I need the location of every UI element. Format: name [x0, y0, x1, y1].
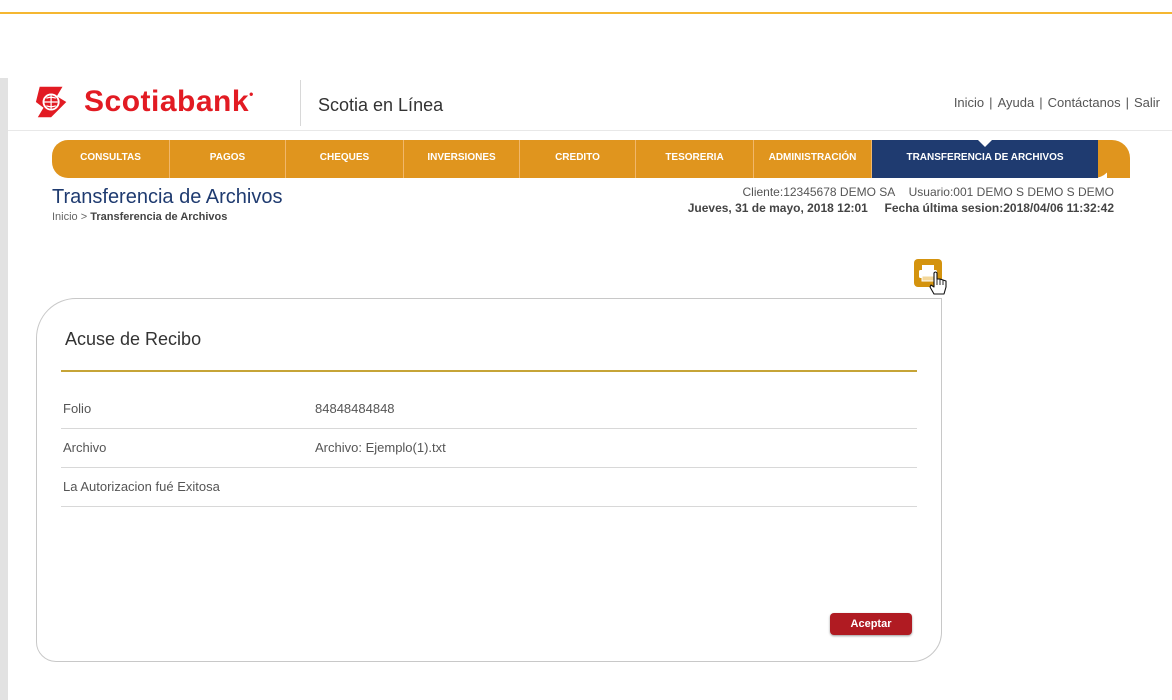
- brand-logo[interactable]: Scotiabank•: [34, 82, 254, 122]
- nav-item-administracion[interactable]: ADMINISTRACIÓN: [754, 140, 872, 178]
- archivo-value: Archivo: Ejemplo(1).txt: [315, 440, 446, 455]
- scotiabank-s-logo-icon: [35, 86, 67, 118]
- receipt-row-archivo: Archivo Archivo: Ejemplo(1).txt: [61, 429, 917, 468]
- receipt-row-folio: Folio 84848484848: [61, 390, 917, 429]
- current-date: Jueves, 31 de mayo, 2018 12:01: [687, 201, 868, 215]
- link-ayuda[interactable]: Ayuda: [998, 95, 1035, 110]
- main-nav: CONSULTAS PAGOS CHEQUES INVERSIONES CRED…: [52, 139, 1130, 178]
- nav-item-credito[interactable]: CREDITO: [520, 140, 636, 178]
- accept-button[interactable]: Aceptar: [830, 613, 912, 635]
- link-inicio[interactable]: Inicio: [954, 95, 984, 110]
- nav-item-inversiones[interactable]: INVERSIONES: [404, 140, 520, 178]
- nav-item-consultas[interactable]: CONSULTAS: [52, 140, 170, 178]
- left-window-edge: [0, 78, 8, 700]
- receipt-title: Acuse de Recibo: [65, 329, 202, 349]
- nav-item-pagos[interactable]: PAGOS: [170, 140, 286, 178]
- site-header: Scotiabank• Scotia en Línea Inicio | Ayuda…: [8, 78, 1172, 131]
- folio-label: Folio: [63, 401, 92, 416]
- printer-icon: [919, 265, 947, 295]
- last-session: Fecha última sesion:2018/04/06 11:32:42: [884, 201, 1114, 215]
- user-info: Usuario:001 DEMO S DEMO S DEMO: [908, 185, 1114, 199]
- print-button[interactable]: [914, 259, 947, 295]
- nav-item-cheques[interactable]: CHEQUES: [286, 140, 404, 178]
- link-salir[interactable]: Salir: [1134, 95, 1160, 110]
- archivo-label: Archivo: [63, 440, 107, 455]
- nav-item-transferencia-archivos[interactable]: TRANSFERENCIA DE ARCHIVOS: [872, 139, 1098, 178]
- nav-bar: CONSULTAS PAGOS CHEQUES INVERSIONES CRED…: [52, 139, 1112, 178]
- receipt-title-rule: [61, 370, 917, 372]
- top-accent-rule: [0, 12, 1172, 14]
- breadcrumb: Inicio > Transferencia de Archivos: [52, 211, 227, 223]
- page-title: Transferencia de Archivos: [52, 186, 283, 208]
- link-contactanos[interactable]: Contáctanos: [1048, 95, 1121, 110]
- brand-name: Scotiabank•: [84, 85, 254, 118]
- authorization-status: La Autorizacion fué Exitosa: [63, 479, 220, 494]
- header-divider: [300, 80, 301, 126]
- product-name: Scotia en Línea: [318, 95, 444, 115]
- folio-value: 84848484848: [315, 401, 395, 416]
- breadcrumb-separator: >: [77, 211, 91, 223]
- top-links: Inicio | Ayuda | Contáctanos | Salir: [953, 95, 1160, 110]
- receipt-panel: Acuse de Recibo Folio 84848484848 Archiv…: [36, 298, 942, 662]
- client-info: Cliente:12345678 DEMO SA: [742, 185, 896, 199]
- session-info: Cliente:12345678 DEMO SA Usuario:001 DEM…: [688, 184, 1114, 216]
- breadcrumb-home[interactable]: Inicio: [52, 211, 78, 223]
- nav-item-tesoreria[interactable]: TESORERIA: [636, 140, 754, 178]
- breadcrumb-current: Transferencia de Archivos: [90, 211, 228, 223]
- receipt-row-status: La Autorizacion fué Exitosa: [61, 468, 917, 507]
